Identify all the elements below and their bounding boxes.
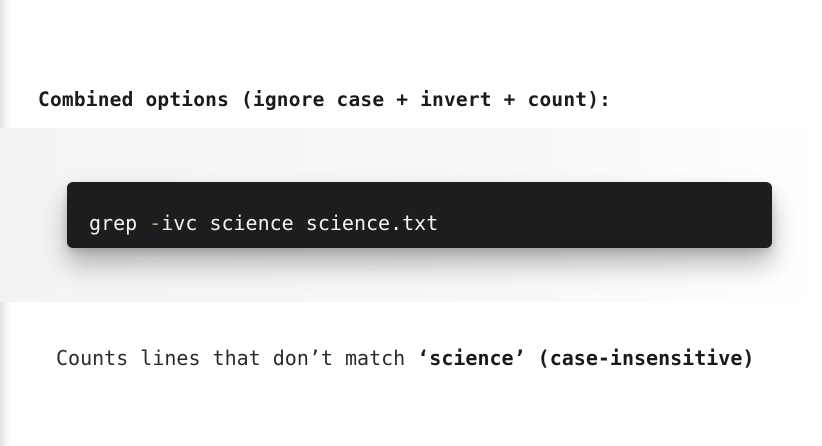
code-line: grep -ivc science science.txt: [89, 211, 438, 235]
code-pattern: science: [209, 211, 294, 235]
code-block[interactable]: grep -ivc science science.txt: [67, 182, 772, 248]
section-heading: Combined options (ignore case + invert +…: [38, 88, 612, 111]
code-command: grep: [89, 211, 138, 235]
code-flag-dash: -: [149, 211, 162, 235]
description-text: Counts lines that don’t match ‘science’ …: [56, 346, 754, 370]
description-term: ‘science’: [417, 346, 526, 370]
description-prefix: Counts lines that don’t match: [56, 346, 418, 370]
code-file: science.txt: [305, 211, 439, 235]
code-flag-letters: ivc: [161, 211, 198, 235]
page: Combined options (ignore case + invert +…: [0, 0, 822, 446]
description-suffix: (case-insensitive): [537, 346, 755, 370]
